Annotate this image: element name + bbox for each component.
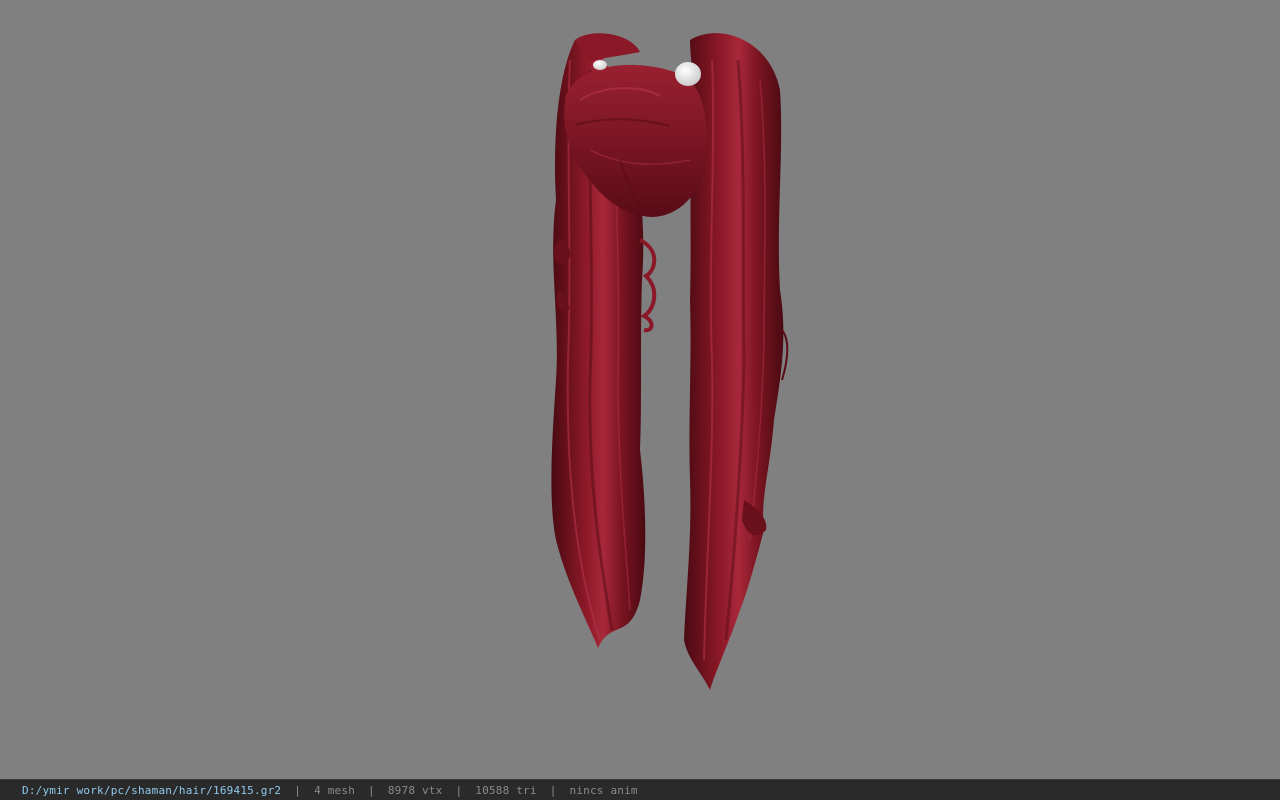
triangle-count: 10588 tri — [475, 783, 537, 797]
status-separator: | — [368, 783, 375, 797]
mesh-count: 4 mesh — [314, 783, 356, 797]
animation-status: nincs anim — [569, 783, 638, 797]
vertex-count: 8978 vtx — [387, 783, 443, 797]
status-separator: | — [455, 783, 463, 797]
file-path: D:/ymir work/pc/shaman/hair/169415.gr2 — [22, 783, 282, 797]
model-viewport[interactable] — [0, 0, 1280, 779]
right-hair-tie — [675, 62, 701, 86]
left-hair-tie — [593, 60, 607, 70]
status-separator: | — [549, 783, 557, 797]
status-bar: D:/ymir work/pc/shaman/hair/169415.gr2 |… — [0, 779, 1280, 800]
status-separator: | — [294, 783, 302, 797]
hair-model-render — [551, 33, 789, 691]
